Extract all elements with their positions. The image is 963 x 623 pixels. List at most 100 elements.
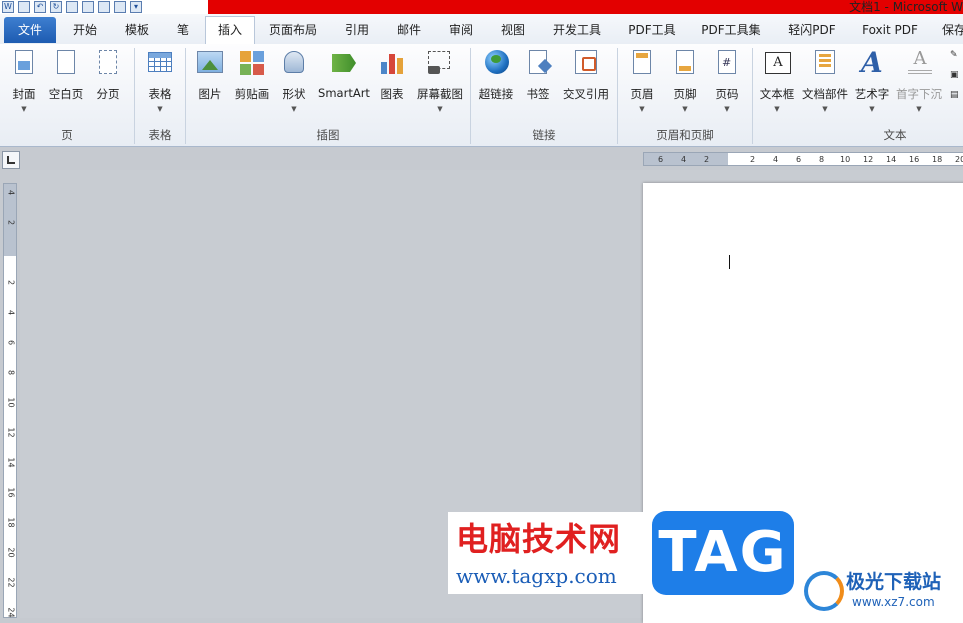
object-icon[interactable]: ▤ — [950, 90, 963, 102]
ruler-tick: 22 — [6, 577, 16, 588]
drop-cap-button[interactable]: A 首字下沉 ▼ — [894, 48, 944, 114]
ruler-tick: 6 — [6, 339, 16, 346]
open-icon[interactable] — [98, 1, 110, 13]
wordart-button[interactable]: A 艺术字 ▼ — [852, 48, 892, 114]
print-preview-icon[interactable] — [82, 1, 94, 13]
cross-reference-button[interactable]: 交叉引用 — [560, 48, 612, 102]
tab-file[interactable]: 文件 — [4, 17, 56, 43]
shapes-button[interactable]: 形状 ▼ — [276, 48, 312, 113]
ruler-tick: 2 — [6, 279, 16, 286]
tab-mailings[interactable]: 邮件 — [386, 17, 432, 43]
drop-cap-icon: A — [908, 50, 932, 74]
ruler-tick: 24 — [6, 607, 16, 618]
picture-icon — [197, 51, 223, 73]
bookmark-icon — [529, 50, 547, 74]
tab-insert[interactable]: 插入 — [205, 16, 255, 45]
blank-page-button[interactable]: 空白页 — [44, 48, 88, 102]
ruler-tick: 2 — [750, 155, 756, 164]
tab-page-layout[interactable]: 页面布局 — [260, 17, 326, 43]
hyperlink-button[interactable]: 超链接 — [476, 48, 516, 102]
cover-page-button[interactable]: 封面 ▼ — [4, 48, 44, 113]
footer-button[interactable]: 页脚 ▼ — [667, 48, 703, 113]
picture-button[interactable]: 图片 — [192, 48, 228, 102]
tab-developer[interactable]: 开发工具 — [543, 17, 611, 43]
ruler-tick: 2 — [704, 155, 710, 164]
ruler-tick: 12 — [6, 427, 16, 438]
tab-view[interactable]: 视图 — [490, 17, 536, 43]
tab-references[interactable]: 引用 — [334, 17, 380, 43]
ruler-tick: 4 — [6, 189, 16, 196]
globe-link-icon — [485, 50, 509, 74]
tab-pdf-toolset[interactable]: PDF工具集 — [694, 17, 768, 43]
chevron-down-icon: ▼ — [437, 105, 443, 113]
tab-pdf-tools[interactable]: PDF工具 — [620, 17, 684, 43]
page-number-button[interactable]: 页码 ▼ — [709, 48, 745, 113]
ruler-tick: 14 — [886, 155, 897, 164]
ribbon-tabs: 文件 开始 模板 笔 插入 页面布局 引用 邮件 审阅 视图 开发工具 PDF工… — [0, 14, 963, 45]
tab-lightpdf[interactable]: 轻闪PDF — [778, 17, 846, 43]
title-bar: W ↶ ↻ ▾ 文档1 - Microsoft W — [0, 0, 963, 14]
chevron-down-icon: ▼ — [916, 105, 922, 113]
page-break-button[interactable]: 分页 — [90, 48, 126, 102]
group-label-text: 文本 — [883, 128, 907, 142]
group-label-header-footer: 页眉和页脚 — [656, 128, 714, 142]
signature-line-icon[interactable]: ✎ — [950, 50, 963, 62]
date-time-icon[interactable]: ▣ — [950, 70, 963, 82]
watermark-site-name: 电脑技术网 — [456, 520, 622, 558]
chevron-down-icon: ▼ — [682, 105, 688, 113]
clipart-button[interactable]: 剪贴画 — [232, 48, 272, 102]
ruler-tick: 8 — [6, 369, 16, 376]
quick-access-toolbar: W ↶ ↻ ▾ — [0, 0, 142, 14]
shapes-icon — [284, 51, 304, 73]
undo-icon[interactable]: ↶ — [34, 1, 46, 13]
redo-icon[interactable]: ↻ — [50, 1, 62, 13]
chevron-down-icon: ▼ — [21, 105, 27, 113]
tab-save[interactable]: 保存 — [934, 17, 963, 43]
ruler-tick: 6 — [796, 155, 802, 164]
table-icon — [148, 52, 172, 72]
textbox-button[interactable]: A 文本框 ▼ — [756, 48, 798, 113]
chevron-down-icon: ▼ — [774, 105, 780, 113]
tab-templates[interactable]: 模板 — [114, 17, 160, 43]
tab-selector[interactable] — [2, 151, 20, 169]
ruler-tick: 12 — [863, 155, 874, 164]
aurora-logo-icon — [804, 571, 844, 611]
tab-review[interactable]: 审阅 — [438, 17, 484, 43]
save-icon[interactable] — [18, 1, 30, 13]
word-app-icon[interactable]: W — [2, 1, 14, 13]
customize-qat-icon[interactable]: ▾ — [130, 1, 142, 13]
group-label-table: 表格 — [148, 128, 172, 142]
ruler-tick: 4 — [681, 155, 687, 164]
layout-icon[interactable] — [114, 1, 126, 13]
ruler-tick: 4 — [773, 155, 779, 164]
ruler-tick: 18 — [6, 517, 16, 528]
watermark-site-2-name: 极光下载站 — [846, 571, 942, 593]
smartart-button[interactable]: SmartArt — [316, 48, 372, 100]
tab-pen[interactable]: 笔 — [166, 17, 200, 43]
ruler-tick: 18 — [932, 155, 943, 164]
ruler-tick: 16 — [909, 155, 920, 164]
chart-button[interactable]: 图表 — [374, 48, 410, 102]
clipart-icon — [240, 51, 264, 75]
group-label-page: 页 — [61, 128, 73, 142]
bookmark-button[interactable]: 书签 — [522, 48, 554, 102]
new-document-icon[interactable] — [66, 1, 78, 13]
screenshot-icon — [428, 51, 450, 74]
blank-page-icon — [57, 50, 75, 74]
cross-reference-icon — [575, 50, 597, 74]
screenshot-button[interactable]: 屏幕截图 ▼ — [414, 48, 466, 113]
header-icon — [633, 50, 651, 74]
tab-home[interactable]: 开始 — [62, 17, 108, 43]
table-button[interactable]: 表格 ▼ — [141, 48, 179, 113]
ruler-tick: 20 — [955, 155, 963, 164]
header-button[interactable]: 页眉 ▼ — [624, 48, 660, 113]
ruler-tick: 16 — [6, 487, 16, 498]
group-separator — [752, 48, 753, 144]
horizontal-ruler[interactable]: 6 4 2 2 4 6 8 10 12 14 16 18 20 — [643, 152, 963, 166]
footer-icon — [676, 50, 694, 74]
quick-parts-button[interactable]: 文档部件 ▼ — [800, 48, 850, 113]
textbox-icon: A — [765, 52, 791, 74]
tab-foxit-pdf[interactable]: Foxit PDF — [854, 17, 926, 43]
ruler-tick: 6 — [658, 155, 664, 164]
vertical-ruler[interactable]: 4 2 2 4 6 8 10 12 14 16 18 20 22 24 — [3, 183, 17, 618]
